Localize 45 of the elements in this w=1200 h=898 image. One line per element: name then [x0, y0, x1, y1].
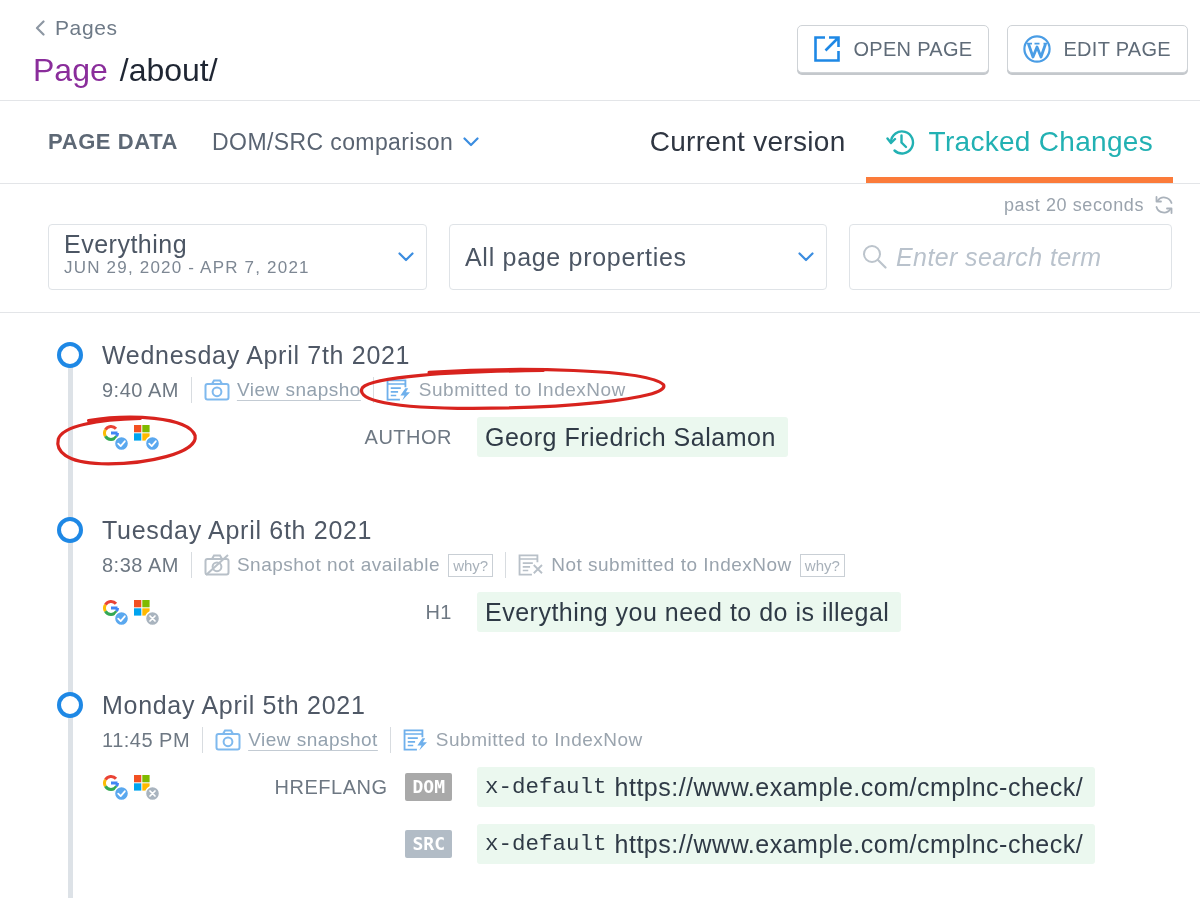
property-name: AUTHOR — [364, 425, 452, 449]
snapshot-status: Snapshot not available — [236, 554, 441, 576]
wordpress-icon — [1023, 35, 1052, 63]
hreflang-code: x-default — [485, 831, 607, 857]
page-type-label: Page — [33, 52, 108, 88]
open-page-button[interactable]: OPEN PAGE — [797, 25, 990, 73]
property-value: Georg Friedrich Salamon — [477, 417, 788, 457]
timeline-ring-icon — [57, 517, 83, 543]
entry-date: Monday April 5th 2021 — [102, 690, 367, 720]
properties-dropdown[interactable]: All page properties — [449, 224, 827, 290]
section-title: PAGE DATA — [48, 129, 179, 155]
edit-page-button[interactable]: EDIT PAGE — [1007, 25, 1188, 73]
search-icon — [862, 244, 887, 269]
timeline-ring-icon — [57, 692, 83, 718]
entry-time: 8:38 AM — [102, 553, 179, 577]
property-value: Everything you need to do is illegal — [477, 592, 902, 632]
hreflang-code: x-default — [485, 774, 607, 800]
indexnow-status: Submitted to IndexNow — [435, 729, 643, 751]
page-path: /about/ — [119, 52, 218, 88]
refresh-time: past 20 seconds — [1003, 194, 1144, 216]
tab[interactable]: Current version — [629, 101, 866, 183]
refresh-icon[interactable] — [1154, 195, 1174, 215]
indexnow-status: Not submitted to IndexNow — [551, 554, 792, 576]
url-text: https://www.example.com/cmplnc-check/ — [614, 772, 1084, 802]
url-text: https://www.example.com/cmplnc-check/ — [614, 829, 1084, 859]
chevron-down-icon — [463, 137, 480, 147]
back-chevron-icon — [35, 20, 45, 36]
entry-date: Wednesday April 7th 2021 — [102, 340, 412, 370]
chevron-down-icon — [398, 252, 414, 262]
timeline-ring-icon — [57, 342, 83, 368]
property-name: H1 — [425, 600, 452, 624]
external-link-icon — [813, 35, 842, 63]
source-tag: SRC — [405, 830, 452, 858]
search-field[interactable]: Enter search term — [849, 224, 1172, 290]
entry-date: Tuesday April 6th 2021 — [102, 515, 374, 545]
entry-time: 9:40 AM — [102, 378, 179, 402]
view-dropdown[interactable]: DOM/SRC comparison — [212, 128, 480, 156]
back-link[interactable]: Pages — [35, 16, 218, 40]
indexnow-status: Submitted to IndexNow — [418, 379, 626, 401]
date-range-dropdown[interactable]: Everything JUN 29, 2020 - APR 7, 2021 — [48, 224, 427, 290]
chevron-down-icon — [798, 252, 814, 262]
entry-time: 11:45 PM — [102, 728, 191, 752]
source-tag: DOM — [405, 773, 452, 801]
property-name: HREFLANG — [274, 775, 388, 799]
history-icon — [885, 127, 916, 157]
